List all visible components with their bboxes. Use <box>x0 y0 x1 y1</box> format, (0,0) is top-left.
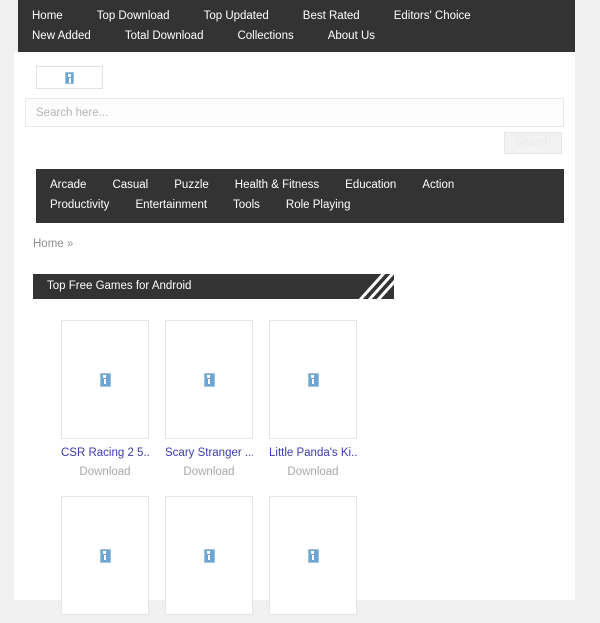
broken-image-icon <box>203 372 215 387</box>
game-thumbnail[interactable] <box>269 496 357 615</box>
broken-image-icon <box>65 71 74 84</box>
breadcrumb-home[interactable]: Home <box>33 238 64 250</box>
category-health-fitness[interactable]: Health & Fitness <box>235 175 319 195</box>
game-card[interactable] <box>61 496 149 623</box>
category-navigation-bar: Arcade Casual Puzzle Health & Fitness Educat… <box>36 169 564 223</box>
nav-item-new-added[interactable]: New Added <box>32 26 91 46</box>
nav-item-best-rated[interactable]: Best Rated <box>303 6 360 26</box>
search-input[interactable] <box>25 98 564 127</box>
broken-image-icon <box>203 548 215 563</box>
search-button[interactable]: Search <box>503 132 562 154</box>
category-casual[interactable]: Casual <box>112 175 148 195</box>
game-title-link[interactable]: Little Panda's Ki... <box>269 447 357 459</box>
game-thumbnail[interactable] <box>61 496 149 615</box>
game-title-link[interactable]: CSR Racing 2 5.... <box>61 447 149 459</box>
game-thumbnail[interactable] <box>165 496 253 615</box>
nav-item-editors-choice[interactable]: Editors' Choice <box>394 6 471 26</box>
broken-image-icon <box>99 548 111 563</box>
section-title: Top Free Games for Android <box>47 280 192 292</box>
game-card[interactable] <box>269 496 357 623</box>
top-navigation-items: Home Top Download Top Updated Best Rated Edi… <box>18 6 575 46</box>
category-entertainment[interactable]: Entertainment <box>135 195 207 215</box>
game-title-link[interactable]: Scary Stranger ... <box>165 447 253 459</box>
game-thumbnail[interactable] <box>165 320 253 439</box>
category-education[interactable]: Education <box>345 175 396 195</box>
nav-item-about-us[interactable]: About Us <box>328 26 375 46</box>
broken-image-icon <box>307 372 319 387</box>
game-download-link[interactable]: Download <box>269 466 357 478</box>
game-thumbnail[interactable] <box>269 320 357 439</box>
diagonal-stripes-icon <box>357 274 394 299</box>
search-button-row: Search <box>25 132 564 154</box>
games-row-1: CSR Racing 2 5.... Download Scary Strang… <box>61 320 371 478</box>
broken-image-icon <box>99 372 111 387</box>
broken-image-icon <box>307 548 319 563</box>
category-arcade[interactable]: Arcade <box>50 175 86 195</box>
game-download-link[interactable]: Download <box>61 466 149 478</box>
category-action[interactable]: Action <box>422 175 454 195</box>
category-role-playing[interactable]: Role Playing <box>286 195 351 215</box>
nav-item-home[interactable]: Home <box>32 6 63 26</box>
games-grid: CSR Racing 2 5.... Download Scary Strang… <box>61 320 371 623</box>
breadcrumb-separator: » <box>66 238 74 250</box>
nav-item-top-download[interactable]: Top Download <box>97 6 170 26</box>
category-tools[interactable]: Tools <box>233 195 260 215</box>
category-productivity[interactable]: Productivity <box>50 195 109 215</box>
top-navigation-bar: Home Top Download Top Updated Best Rated Edi… <box>18 0 575 53</box>
game-card[interactable]: CSR Racing 2 5.... Download <box>61 320 149 478</box>
search-bar <box>25 98 564 127</box>
games-row-2 <box>61 496 371 623</box>
game-card[interactable] <box>165 496 253 623</box>
category-puzzle[interactable]: Puzzle <box>174 175 209 195</box>
breadcrumb: Home » <box>33 238 73 250</box>
nav-item-collections[interactable]: Collections <box>237 26 293 46</box>
game-thumbnail[interactable] <box>61 320 149 439</box>
site-logo[interactable] <box>36 66 103 89</box>
nav-item-top-updated[interactable]: Top Updated <box>204 6 269 26</box>
game-card[interactable]: Little Panda's Ki... Download <box>269 320 357 478</box>
section-header: Top Free Games for Android <box>33 274 394 299</box>
nav-item-total-download[interactable]: Total Download <box>125 26 204 46</box>
game-download-link[interactable]: Download <box>165 466 253 478</box>
page-content-container: Search Arcade Casual Puzzle Health & Fitnes… <box>14 52 575 615</box>
game-card[interactable]: Scary Stranger ... Download <box>165 320 253 478</box>
category-navigation-items: Arcade Casual Puzzle Health & Fitness Educat… <box>36 175 564 215</box>
